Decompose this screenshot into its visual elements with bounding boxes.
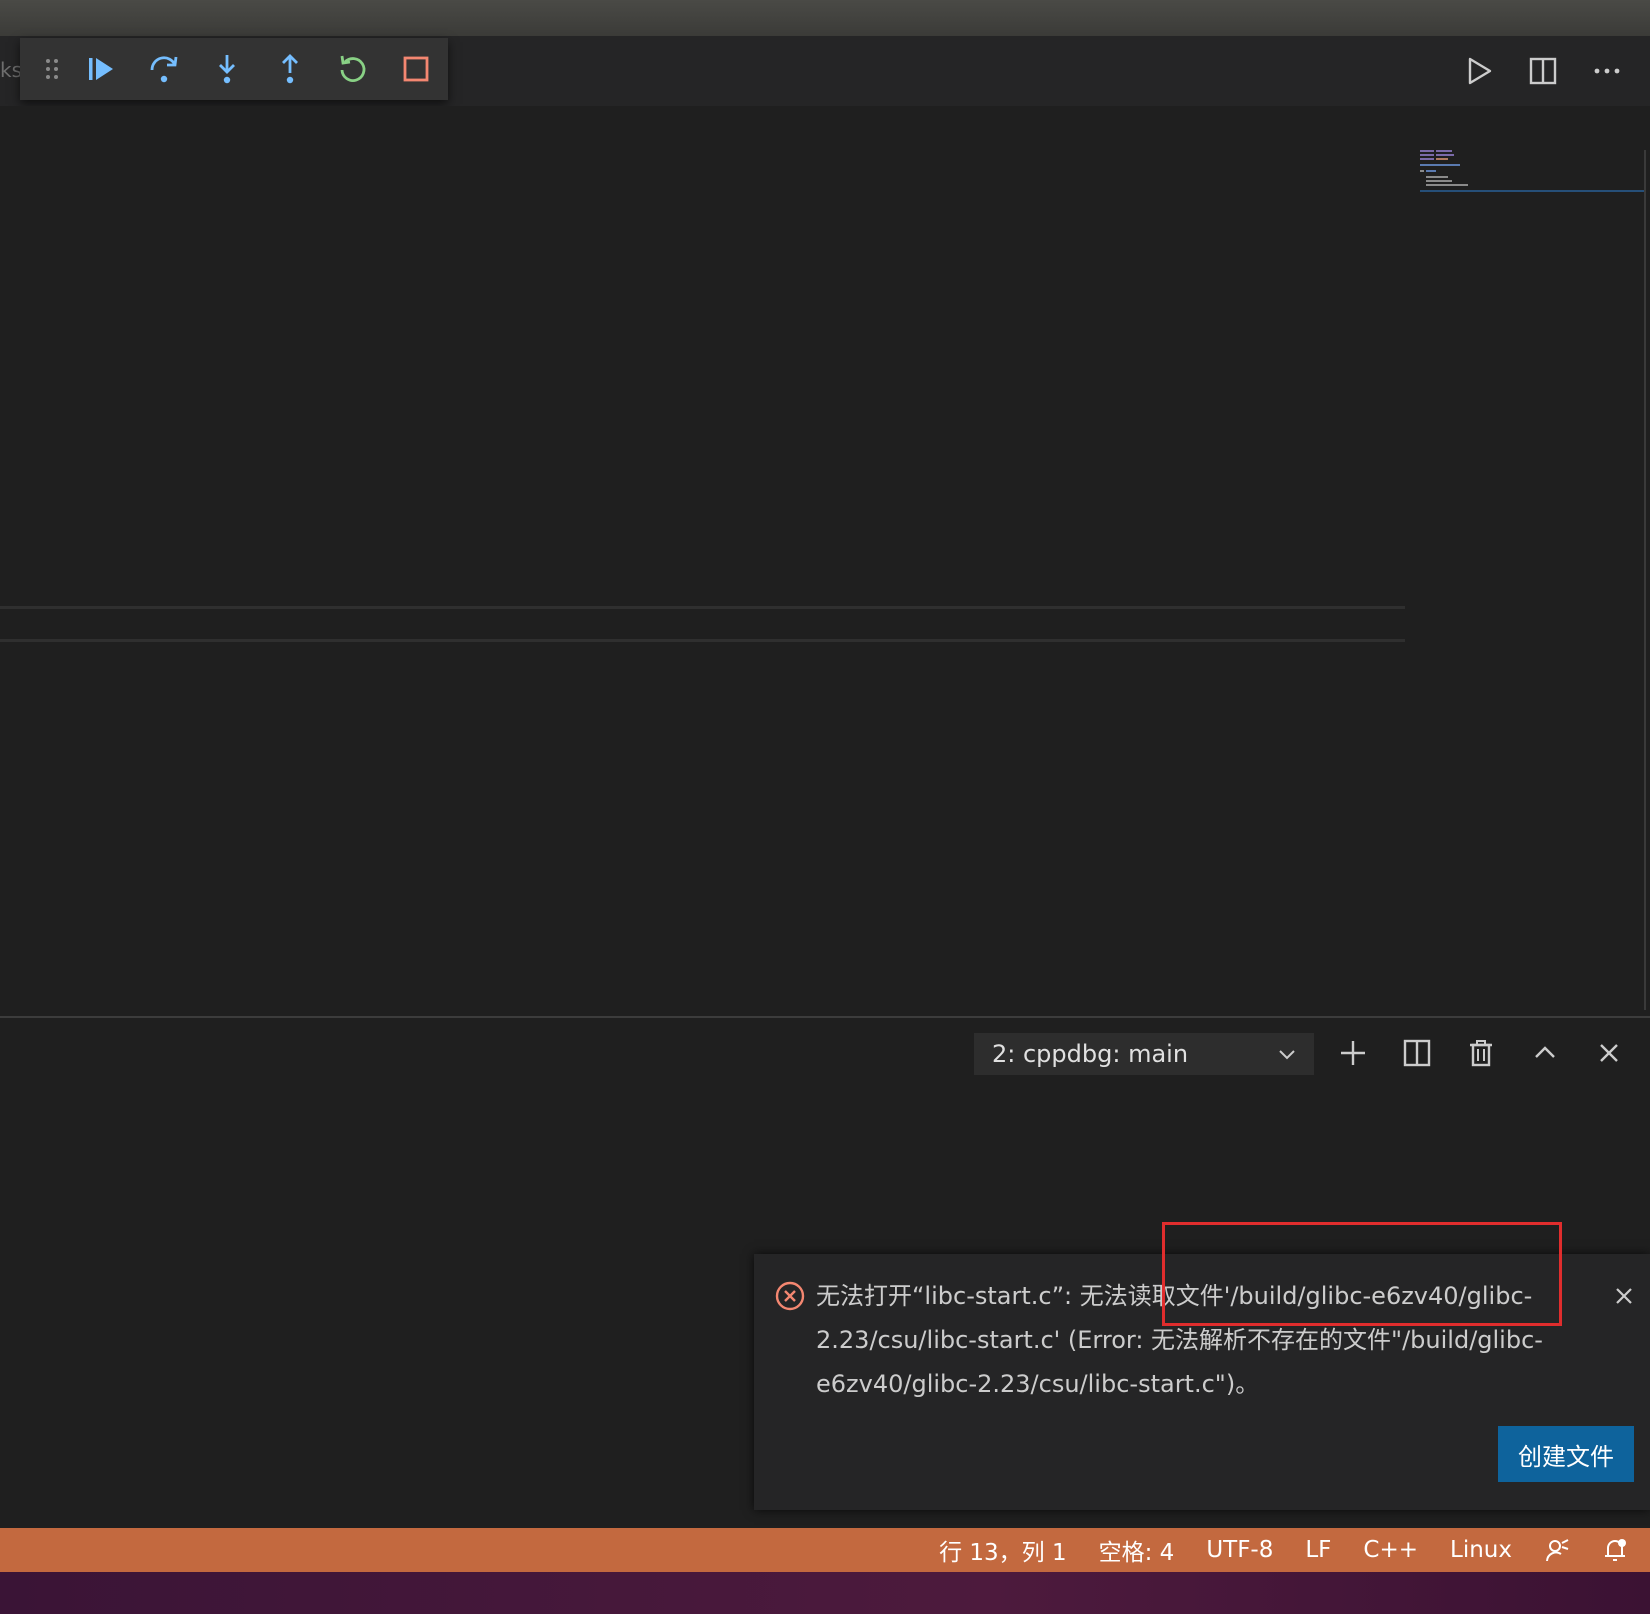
chevron-up-icon[interactable] [1522,1030,1568,1076]
cursor-position[interactable]: 行 13，列 1 [923,1528,1083,1572]
stop-icon[interactable] [385,46,448,92]
split-editor-icon[interactable] [1520,48,1566,94]
debug-toolbar [20,38,448,100]
run-icon[interactable] [1456,48,1502,94]
trash-icon[interactable] [1458,1030,1504,1076]
step-over-icon[interactable] [133,46,196,92]
indentation[interactable]: 空格: 4 [1083,1528,1191,1572]
notifications-bell-icon[interactable] [1586,1528,1644,1572]
notification-close-icon[interactable] [1606,1278,1642,1314]
platform[interactable]: Linux [1434,1528,1528,1572]
editor-tab-label[interactable]: ks [0,58,22,82]
highlight-annotation [1162,1222,1562,1326]
create-file-button[interactable]: 创建文件 [1498,1426,1634,1482]
panel-actions [1330,1030,1632,1076]
terminal-dropdown[interactable]: 2: cppdbg: main [974,1033,1314,1075]
editor-divider [0,606,1405,609]
editor-actions [1456,36,1650,106]
close-icon[interactable] [1586,1030,1632,1076]
minimap[interactable] [1418,148,1648,208]
encoding[interactable]: UTF-8 [1190,1528,1289,1572]
end-of-line[interactable]: LF [1289,1528,1347,1572]
editor-scrollbar[interactable] [1644,150,1646,1010]
language-mode[interactable]: C++ [1347,1528,1434,1572]
feedback-icon[interactable] [1528,1528,1586,1572]
editor-area[interactable] [0,106,1650,1016]
more-actions-icon[interactable] [1584,48,1630,94]
continue-icon[interactable] [69,46,132,92]
window-title-bar [0,0,1650,36]
restart-icon[interactable] [322,46,385,92]
step-out-icon[interactable] [259,46,322,92]
new-terminal-icon[interactable] [1330,1030,1376,1076]
status-bar: 行 13，列 1 空格: 4 UTF-8 LF C++ Linux [0,1528,1650,1572]
terminal-dropdown-value: 2: cppdbg: main [992,1040,1189,1068]
step-into-icon[interactable] [196,46,259,92]
desktop-background [0,1572,1650,1614]
drag-grip-icon[interactable] [34,46,69,92]
editor-divider [0,639,1405,642]
chevron-down-icon [1276,1043,1298,1071]
split-terminal-icon[interactable] [1394,1030,1440,1076]
error-icon [774,1280,806,1316]
